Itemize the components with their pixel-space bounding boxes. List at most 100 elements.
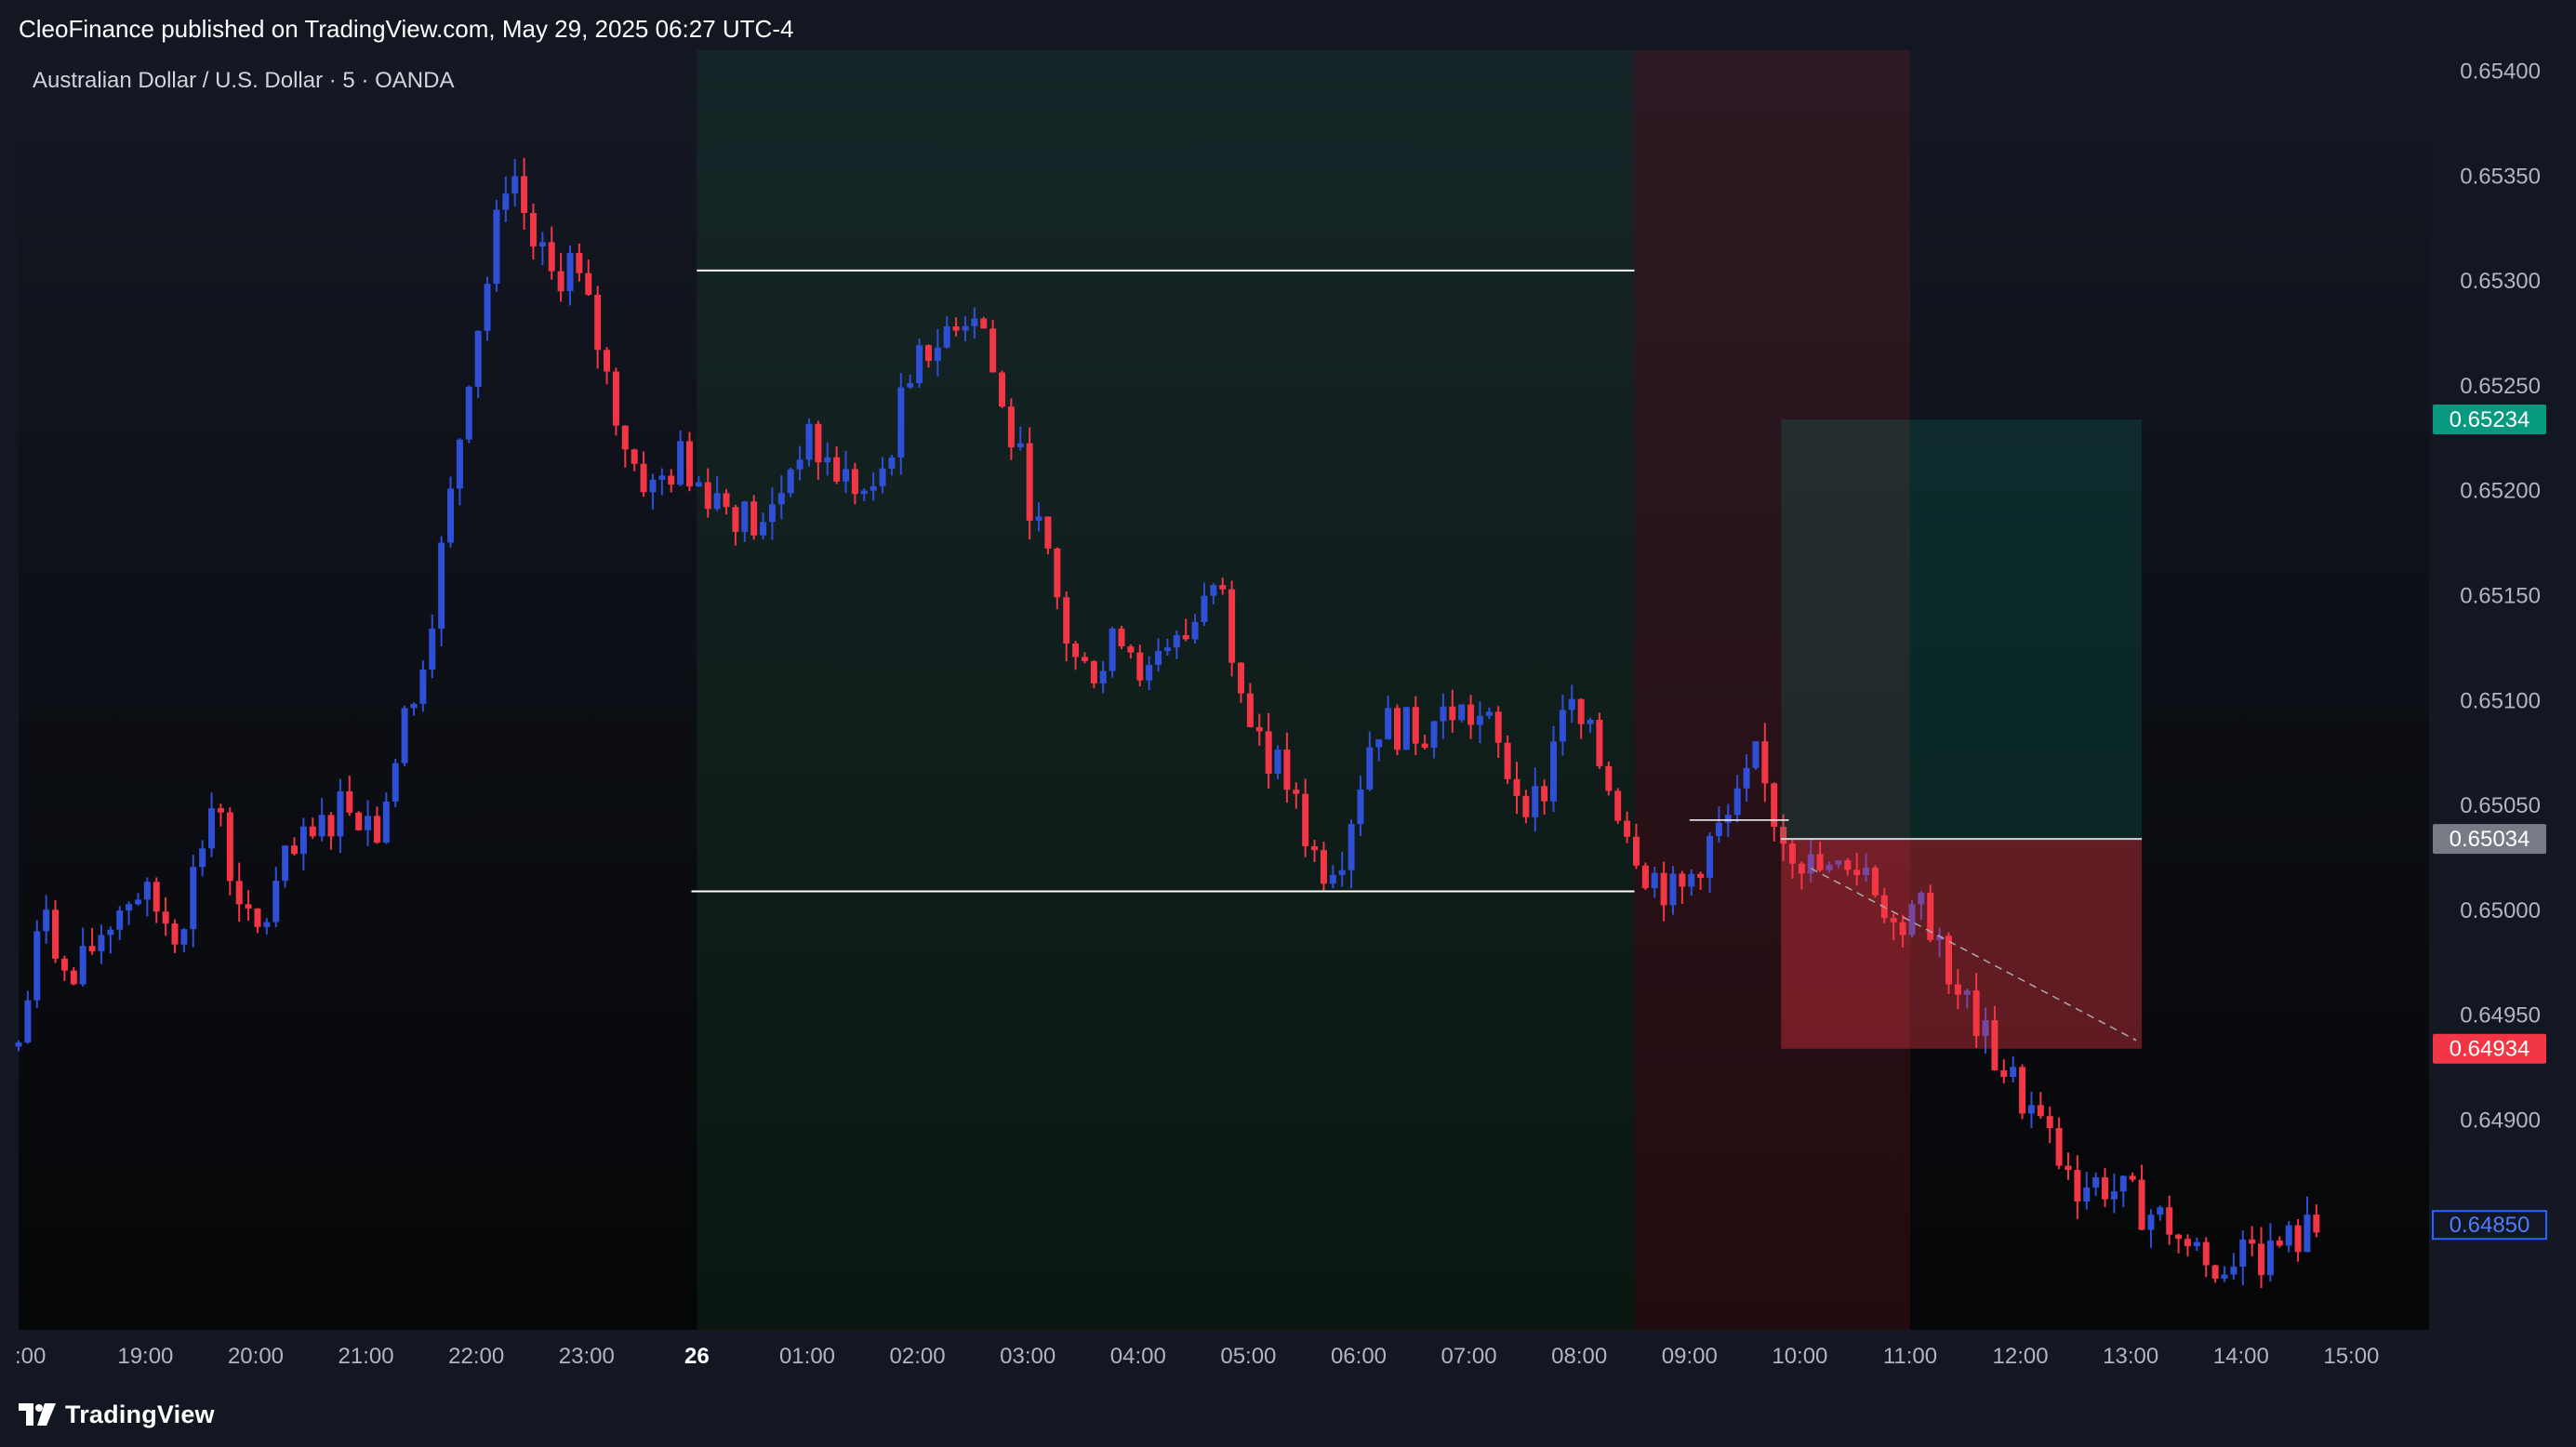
bearish-candle[interactable] — [668, 475, 675, 485]
bearish-candle[interactable] — [355, 812, 363, 830]
bearish-candle[interactable] — [989, 328, 997, 373]
bullish-candle[interactable] — [1743, 767, 1750, 789]
bullish-candle[interactable] — [897, 387, 905, 458]
bullish-candle[interactable] — [695, 482, 702, 487]
bullish-candle[interactable] — [1485, 711, 1493, 716]
symbol-title[interactable]: Australian Dollar / U.S. Dollar · 5 · OA… — [33, 68, 454, 94]
bearish-candle[interactable] — [60, 958, 68, 971]
bullish-candle[interactable] — [1688, 873, 1695, 887]
bullish-candle[interactable] — [787, 469, 794, 494]
price-chart[interactable]: 0.65400 0.65350 0.65300 0.65250 0.65200 0.651… — [0, 0, 2576, 1447]
bearish-candle[interactable] — [521, 176, 528, 214]
bearish-candle[interactable] — [2138, 1179, 2145, 1230]
bullish-candle[interactable] — [2027, 1105, 2035, 1114]
bullish-candle[interactable] — [649, 479, 657, 493]
bullish-candle[interactable] — [907, 383, 914, 388]
bullish-candle[interactable] — [2010, 1067, 2017, 1078]
bearish-candle[interactable] — [2166, 1207, 2173, 1235]
bearish-candle[interactable] — [327, 815, 335, 837]
bullish-candle[interactable] — [1329, 874, 1336, 884]
bullish-candle[interactable] — [1724, 815, 1732, 823]
bullish-candle[interactable] — [2285, 1225, 2292, 1246]
bearish-candle[interactable] — [2000, 1069, 2008, 1078]
bullish-candle[interactable] — [15, 1042, 22, 1047]
bullish-candle[interactable] — [971, 318, 978, 326]
bullish-candle[interactable] — [2221, 1274, 2228, 1280]
bullish-candle[interactable] — [1210, 585, 1217, 596]
bullish-candle[interactable] — [382, 801, 390, 843]
bullish-candle[interactable] — [1532, 786, 1539, 817]
bearish-candle[interactable] — [2055, 1128, 2063, 1166]
bullish-candle[interactable] — [447, 488, 455, 543]
bullish-candle[interactable] — [263, 922, 271, 927]
bearish-candle[interactable] — [1246, 693, 1254, 727]
bullish-candle[interactable] — [1274, 750, 1281, 774]
bearish-candle[interactable] — [1504, 742, 1511, 779]
bullish-candle[interactable] — [429, 629, 436, 670]
bullish-candle[interactable] — [916, 345, 923, 384]
bearish-candle[interactable] — [88, 946, 96, 951]
bearish-candle[interactable] — [1641, 865, 1649, 889]
bullish-candle[interactable] — [438, 542, 445, 630]
bearish-candle[interactable] — [1026, 443, 1033, 521]
bearish-candle[interactable] — [235, 881, 243, 905]
bullish-candle[interactable] — [934, 347, 941, 362]
bearish-candle[interactable] — [291, 845, 298, 855]
bearish-candle[interactable] — [1624, 820, 1631, 837]
bullish-candle[interactable] — [1733, 788, 1741, 816]
stop-loss-zone[interactable] — [1781, 839, 2143, 1049]
bullish-candle[interactable] — [2239, 1239, 2247, 1268]
bullish-candle[interactable] — [318, 815, 325, 837]
bullish-candle[interactable] — [299, 826, 307, 855]
bullish-candle[interactable] — [365, 816, 372, 830]
bearish-candle[interactable] — [1320, 850, 1327, 884]
bullish-candle[interactable] — [2193, 1241, 2200, 1247]
bearish-candle[interactable] — [685, 441, 693, 487]
bullish-candle[interactable] — [768, 504, 776, 523]
bearish-candle[interactable] — [2249, 1239, 2256, 1244]
bearish-candle[interactable] — [1219, 585, 1227, 590]
bearish-candle[interactable] — [2129, 1175, 2136, 1180]
bearish-candle[interactable] — [2175, 1234, 2183, 1240]
bullish-candle[interactable] — [33, 931, 41, 1001]
bullish-candle[interactable] — [493, 209, 500, 285]
bullish-candle[interactable] — [1338, 870, 1346, 875]
bullish-candle[interactable] — [79, 946, 86, 985]
bearish-candle[interactable] — [1449, 706, 1456, 721]
bullish-candle[interactable] — [134, 899, 141, 905]
bearish-candle[interactable] — [750, 501, 758, 536]
bullish-candle[interactable] — [1099, 670, 1107, 684]
bearish-candle[interactable] — [815, 423, 822, 463]
bullish-candle[interactable] — [126, 904, 133, 911]
bearish-candle[interactable] — [1660, 872, 1667, 906]
bullish-candle[interactable] — [1146, 664, 1153, 681]
bullish-candle[interactable] — [456, 439, 463, 489]
bullish-candle[interactable] — [962, 325, 969, 331]
bearish-candle[interactable] — [1632, 836, 1640, 866]
bullish-candle[interactable] — [943, 325, 950, 348]
bullish-candle[interactable] — [2083, 1187, 2091, 1201]
bearish-candle[interactable] — [1090, 660, 1097, 684]
bearish-candle[interactable] — [1283, 750, 1291, 790]
bullish-candle[interactable] — [888, 457, 896, 469]
bullish-candle[interactable] — [116, 910, 124, 930]
bullish-candle[interactable] — [24, 1000, 32, 1042]
bearish-candle[interactable] — [1182, 634, 1189, 640]
bearish-candle[interactable] — [254, 908, 261, 927]
bullish-candle[interactable] — [1366, 747, 1374, 790]
bullish-candle[interactable] — [658, 475, 666, 480]
bearish-candle[interactable] — [585, 272, 592, 295]
bearish-candle[interactable] — [1054, 548, 1061, 598]
bearish-candle[interactable] — [1237, 662, 1244, 694]
bullish-candle[interactable] — [392, 763, 399, 802]
bearish-candle[interactable] — [1394, 708, 1401, 750]
bullish-candle[interactable] — [1550, 741, 1558, 802]
bearish-candle[interactable] — [631, 449, 638, 464]
bearish-candle[interactable] — [2184, 1239, 2191, 1247]
bullish-candle[interactable] — [272, 881, 280, 923]
bearish-candle[interactable] — [980, 318, 988, 329]
bearish-candle[interactable] — [612, 371, 619, 426]
bearish-candle[interactable] — [1421, 743, 1428, 749]
bullish-candle[interactable] — [410, 703, 418, 709]
bullish-candle[interactable] — [2304, 1215, 2311, 1253]
